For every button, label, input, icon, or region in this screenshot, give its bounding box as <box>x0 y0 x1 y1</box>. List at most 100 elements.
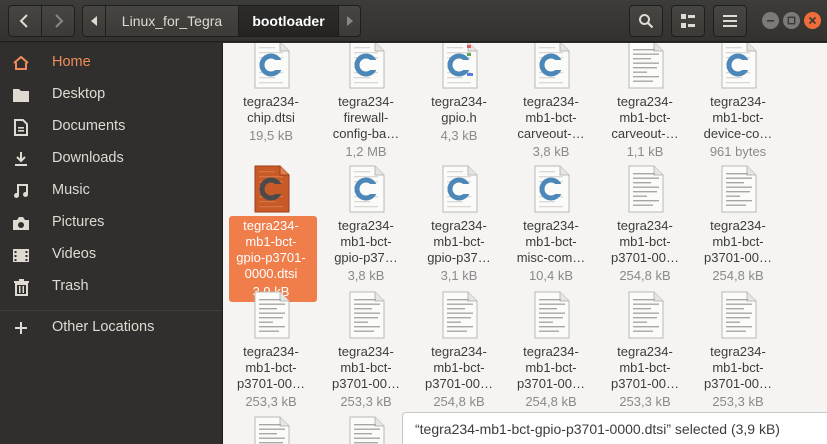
c-source-file-icon <box>529 43 573 89</box>
text-file-icon <box>623 165 667 213</box>
sidebar-item-documents[interactable]: Documents <box>0 110 222 142</box>
file-size: 3,8 kB <box>532 144 570 159</box>
sidebar-item-pictures[interactable]: Pictures <box>0 206 222 238</box>
close-icon <box>808 16 817 25</box>
breadcrumb-scroll-left-button[interactable] <box>82 5 106 37</box>
sidebar-item-videos[interactable]: Videos <box>0 238 222 270</box>
maximize-icon <box>787 16 796 25</box>
c-source-file-icon <box>716 43 760 89</box>
c-source-file-icon <box>437 165 481 213</box>
videos-icon <box>12 246 30 264</box>
text-file-icon <box>716 165 760 213</box>
c-source-file-icon <box>529 165 573 213</box>
c-source-file-icon <box>344 165 388 213</box>
sidebar-item-label: Downloads <box>52 150 124 166</box>
file-name: tegra234- firewall- config-ba… <box>332 94 400 141</box>
file-name: tegra234- mb1-bct- gpio-p37… <box>427 218 491 265</box>
camera-icon <box>12 214 30 232</box>
file-size: 253,3 kB <box>245 394 297 409</box>
file-name: tegra234- gpio.h <box>431 94 487 125</box>
sidebar-item-other-locations[interactable]: Other Locations <box>0 311 222 343</box>
search-icon <box>639 14 654 29</box>
maximize-button[interactable] <box>783 12 800 29</box>
c-source-file-icon <box>344 43 388 89</box>
breadcrumb: Linux_for_Tegra bootloader <box>82 5 362 37</box>
file-size: 254,8 kB <box>619 268 671 283</box>
text-file-icon <box>437 291 481 339</box>
file-name: tegra234- mb1-bct- p3701-00… <box>704 218 772 265</box>
file-name: tegra234- mb1-bct- p3701-00… <box>517 344 585 391</box>
text-file-icon <box>529 291 573 339</box>
breadcrumb-scroll-right-button[interactable] <box>339 5 361 37</box>
file-name: tegra234- mb1-bct- gpio-p37… <box>334 218 398 265</box>
file-name: tegra234- mb1-bct- misc-com… <box>516 218 586 265</box>
file-name: tegra234- mb1-bct- p3701-00… <box>332 344 400 391</box>
file-name: tegra234- mb1-bct- p3701-00… <box>611 218 679 265</box>
sidebar-item-label: Documents <box>52 118 126 134</box>
file-size: 10,4 kB <box>528 268 574 283</box>
file-size: 254,8 kB <box>525 394 577 409</box>
file-size: 4,3 kB <box>440 128 478 143</box>
file-size: 3,8 kB <box>347 268 385 283</box>
sidebar-item-downloads[interactable]: Downloads <box>0 142 222 174</box>
text-file-icon <box>249 291 293 339</box>
minimize-button[interactable] <box>762 12 779 29</box>
back-button[interactable] <box>8 5 42 37</box>
search-button[interactable] <box>629 5 663 37</box>
places-sidebar: Home Desktop Documents Downloads Music P… <box>0 43 222 444</box>
breadcrumb-linux-for-tegra[interactable]: Linux_for_Tegra <box>106 5 239 37</box>
downloads-icon <box>12 150 30 168</box>
hamburger-menu-icon <box>723 15 737 27</box>
breadcrumb-bootloader[interactable]: bootloader <box>239 5 339 37</box>
plus-icon <box>12 319 30 337</box>
sidebar-item-label: Videos <box>52 246 97 262</box>
triangle-left-icon <box>91 16 97 26</box>
text-file-icon <box>716 291 760 339</box>
file-grid: tegra234- chip.dtsi 19,5 kB tegra234- fire… <box>223 43 827 444</box>
sidebar-item-trash[interactable]: Trash <box>0 270 222 302</box>
file-name: tegra234- mb1-bct- p3701-00… <box>425 344 493 391</box>
text-file-icon <box>344 291 388 339</box>
file-name: tegra234- mb1-bct- device-co… <box>703 94 773 141</box>
forward-button[interactable] <box>41 5 75 37</box>
text-file-icon <box>249 416 293 444</box>
sidebar-item-label: Music <box>52 182 90 198</box>
c-source-file-icon <box>249 165 293 213</box>
file-name: tegra234- mb1-bct- carveout-… <box>611 94 679 141</box>
sidebar-item-label: Trash <box>52 278 89 294</box>
sidebar-item-label: Home <box>52 54 91 70</box>
text-file-icon <box>623 291 667 339</box>
sidebar-item-music[interactable]: Music <box>0 174 222 206</box>
view-mode-button[interactable] <box>671 5 705 37</box>
sidebar-item-label: Other Locations <box>52 319 155 335</box>
text-file-icon <box>344 416 388 444</box>
sidebar-item-home[interactable]: Home <box>0 46 222 78</box>
file-size: 253,3 kB <box>619 394 671 409</box>
menu-button[interactable] <box>713 5 747 37</box>
minimize-icon <box>767 20 774 22</box>
desktop-folder-icon <box>12 86 30 104</box>
file-size: 3,1 kB <box>440 268 478 283</box>
file-name: tegra234- mb1-bct- p3701-00… <box>237 344 305 391</box>
file-size: 1,2 MB <box>345 144 387 159</box>
file-name: tegra234- mb1-bct- p3701-00… <box>611 344 679 391</box>
triangle-right-icon <box>346 16 353 26</box>
music-icon <box>12 182 30 200</box>
file-size: 961 bytes <box>709 144 767 159</box>
file-size: 254,8 kB <box>433 394 485 409</box>
chevron-right-icon <box>55 14 64 28</box>
list-view-icon <box>681 14 695 28</box>
c-source-file-icon <box>249 43 293 89</box>
sidebar-item-desktop[interactable]: Desktop <box>0 78 222 110</box>
sidebar-item-label: Desktop <box>52 86 106 102</box>
close-button[interactable] <box>804 12 821 29</box>
header-bar: Linux_for_Tegra bootloader <box>0 0 827 42</box>
file-size: 1,1 kB <box>626 144 664 159</box>
file-size: 253,3 kB <box>712 394 764 409</box>
file-size: 254,8 kB <box>712 268 764 283</box>
text-file-icon <box>623 43 667 89</box>
selection-status: “tegra234-mb1-bct-gpio-p3701-0000.dtsi” … <box>402 412 827 444</box>
file-name: tegra234- mb1-bct- gpio-p3701- 0000.dtsi <box>236 218 306 281</box>
sidebar-item-label: Pictures <box>52 214 105 230</box>
file-size: 19,5 kB <box>248 128 294 143</box>
